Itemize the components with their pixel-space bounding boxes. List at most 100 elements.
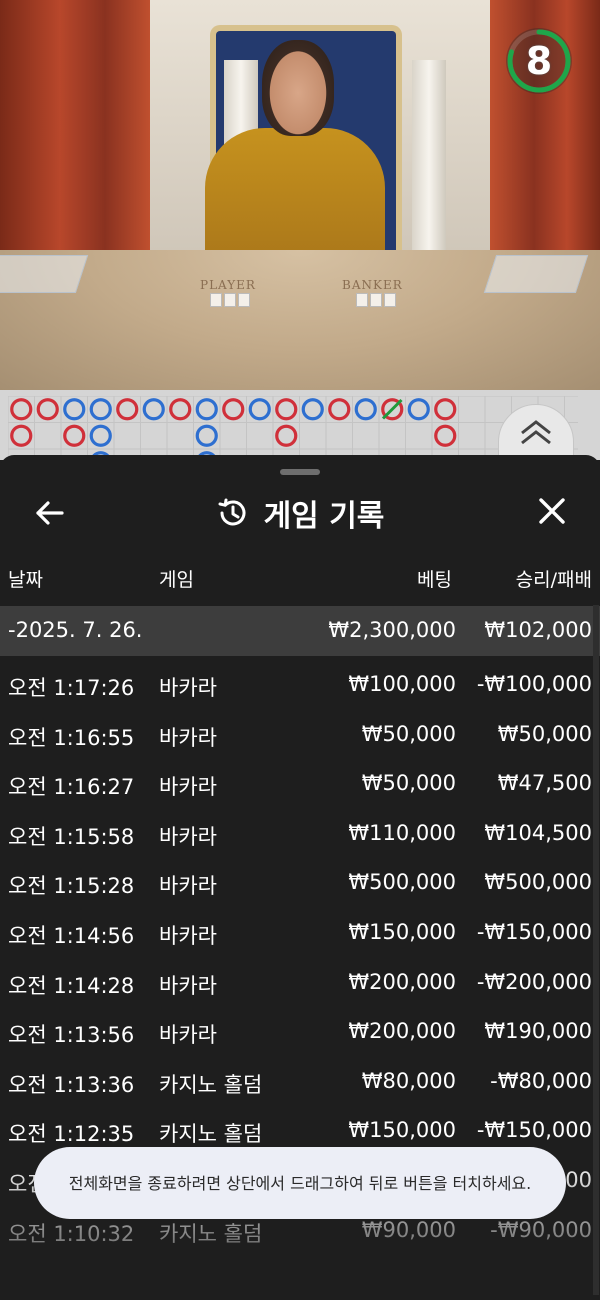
roadmap-bead — [248, 398, 271, 421]
pillar-right — [412, 60, 446, 260]
column-header-bet[interactable]: 베팅 — [417, 565, 452, 592]
row-result: ₩500,000 — [484, 870, 592, 895]
playing-card — [356, 293, 368, 307]
row-time: 오전 1:17:26 — [8, 676, 135, 700]
history-icon — [218, 498, 245, 526]
close-button[interactable] — [532, 491, 572, 531]
roadmap-bead — [10, 398, 33, 421]
row-time: 오전 1:14:56 — [8, 923, 135, 948]
roadmap-bead — [195, 424, 218, 447]
row-game: 바카라 — [159, 874, 217, 899]
roadmap-bead — [36, 398, 59, 421]
row-game: 바카라 — [159, 676, 217, 700]
column-header-game[interactable]: 게임 — [159, 565, 194, 592]
roadmap-bead — [301, 398, 324, 421]
row-bet: ₩110,000 — [348, 820, 456, 845]
row-result: -₩150,000 — [476, 1118, 592, 1143]
fullscreen-exit-toast: 전체화면을 종료하려면 상단에서 드래그하여 뒤로 버튼을 터치하세요. — [34, 1147, 566, 1219]
roadmap-bead — [10, 424, 33, 447]
row-time: 오전 1:13:36 — [8, 1072, 135, 1097]
roadmap-bead — [89, 398, 112, 421]
playing-card — [210, 293, 222, 307]
roadmap-bead — [354, 398, 377, 421]
roadmap-bead — [222, 398, 245, 421]
row-result: ₩104,500 — [484, 820, 592, 845]
row-time: 오전 1:12:35 — [8, 1122, 135, 1147]
table-header: 날짜 게임 베팅 승리/패배 — [0, 565, 600, 595]
row-bet: ₩200,000 — [348, 969, 456, 994]
playing-card — [384, 293, 396, 307]
row-game: 바카라 — [159, 725, 217, 750]
column-header-result[interactable]: 승리/패배 — [516, 565, 592, 592]
roadmap-bead — [89, 424, 112, 447]
roadmap-grid — [8, 396, 578, 456]
row-bet: ₩200,000 — [348, 1019, 456, 1044]
table-row[interactable]: 오전 1:17:26 바카라 ₩100,000 -₩100,000 — [0, 660, 600, 710]
summary-date: -2025. 7. 26. — [8, 618, 143, 642]
row-game: 바카라 — [159, 923, 217, 948]
roadmap-bead — [434, 424, 457, 447]
bet-countdown-timer: 8 — [506, 28, 572, 94]
summary-result-total: ₩102,000 — [484, 618, 592, 642]
close-icon — [539, 498, 565, 524]
playing-card — [238, 293, 250, 307]
table-row[interactable]: 오전 1:14:28 바카라 ₩200,000 -₩200,000 — [0, 958, 600, 1008]
countdown-value: 8 — [525, 39, 553, 83]
row-bet: ₩50,000 — [361, 721, 456, 746]
roadmap-bead — [434, 398, 457, 421]
table-banker-label: BANKER — [342, 278, 403, 292]
roadmap-bead — [63, 424, 86, 447]
roadmap-bead — [116, 398, 139, 421]
chevron-double-up-icon — [521, 420, 551, 445]
row-time: 오전 1:13:56 — [8, 1023, 135, 1048]
panel-header: 게임 기록 — [0, 485, 600, 541]
roadmap-bead — [275, 398, 298, 421]
table-row[interactable]: 오전 1:16:55 바카라 ₩50,000 ₩50,000 — [0, 710, 600, 760]
table-row[interactable]: 오전 1:15:58 바카라 ₩110,000 ₩104,500 — [0, 809, 600, 859]
roadmap-bead — [195, 398, 218, 421]
curtain-left — [0, 0, 150, 260]
row-game: 바카라 — [159, 1023, 217, 1048]
card-shoe-right — [483, 255, 589, 293]
table-row[interactable]: 오전 1:13:56 바카라 ₩200,000 ₩190,000 — [0, 1007, 600, 1057]
roadmap-bead — [407, 398, 430, 421]
roadmap-bead — [142, 398, 165, 421]
row-result: -₩100,000 — [476, 672, 592, 696]
row-bet: ₩150,000 — [348, 919, 456, 944]
roadmap-bead — [63, 398, 86, 421]
live-video-feed: PLAYER BANKER 8 — [0, 0, 600, 390]
row-bet: ₩80,000 — [361, 1068, 456, 1093]
playing-card — [370, 293, 382, 307]
toast-message: 전체화면을 종료하려면 상단에서 드래그하여 뒤로 버튼을 터치하세요. — [68, 1173, 532, 1193]
row-time: 오전 1:16:55 — [8, 725, 135, 750]
date-summary-row[interactable]: -2025. 7. 26. ₩2,300,000 ₩102,000 — [0, 606, 600, 656]
roadmap-bead — [275, 424, 298, 447]
table-row[interactable]: 오전 1:13:36 카지노 홀덤 ₩80,000 -₩80,000 — [0, 1057, 600, 1107]
row-result: ₩47,500 — [497, 771, 592, 796]
row-bet: ₩500,000 — [348, 870, 456, 895]
page-title: 게임 기록 — [263, 499, 385, 534]
dealer-head — [262, 40, 334, 136]
table-row[interactable]: 오전 1:16:27 바카라 ₩50,000 ₩47,500 — [0, 759, 600, 809]
card-shoe-left — [0, 255, 89, 293]
dealer-body — [205, 128, 385, 268]
column-header-date[interactable]: 날짜 — [8, 565, 43, 592]
row-result: -₩200,000 — [476, 969, 592, 994]
row-result: ₩50,000 — [497, 721, 592, 746]
row-game: 바카라 — [159, 824, 217, 849]
drag-handle[interactable] — [280, 469, 320, 475]
row-result: -₩150,000 — [476, 919, 592, 944]
row-bet: ₩150,000 — [348, 1118, 456, 1143]
table-row[interactable]: 오전 1:15:28 바카라 ₩500,000 ₩500,000 — [0, 858, 600, 908]
row-game: 카지노 홀덤 — [159, 1122, 263, 1147]
list-scrollbar[interactable] — [593, 605, 599, 1295]
row-game: 바카라 — [159, 775, 217, 800]
roadmap-bead — [328, 398, 351, 421]
row-time: 오전 1:16:27 — [8, 775, 135, 800]
row-bet: ₩50,000 — [361, 771, 456, 796]
row-time: 오전 1:15:28 — [8, 874, 135, 899]
roadmap-bead — [169, 398, 192, 421]
row-time: 오전 1:14:28 — [8, 973, 135, 998]
table-row[interactable]: 오전 1:14:56 바카라 ₩150,000 -₩150,000 — [0, 908, 600, 958]
summary-bet-total: ₩2,300,000 — [328, 618, 456, 642]
